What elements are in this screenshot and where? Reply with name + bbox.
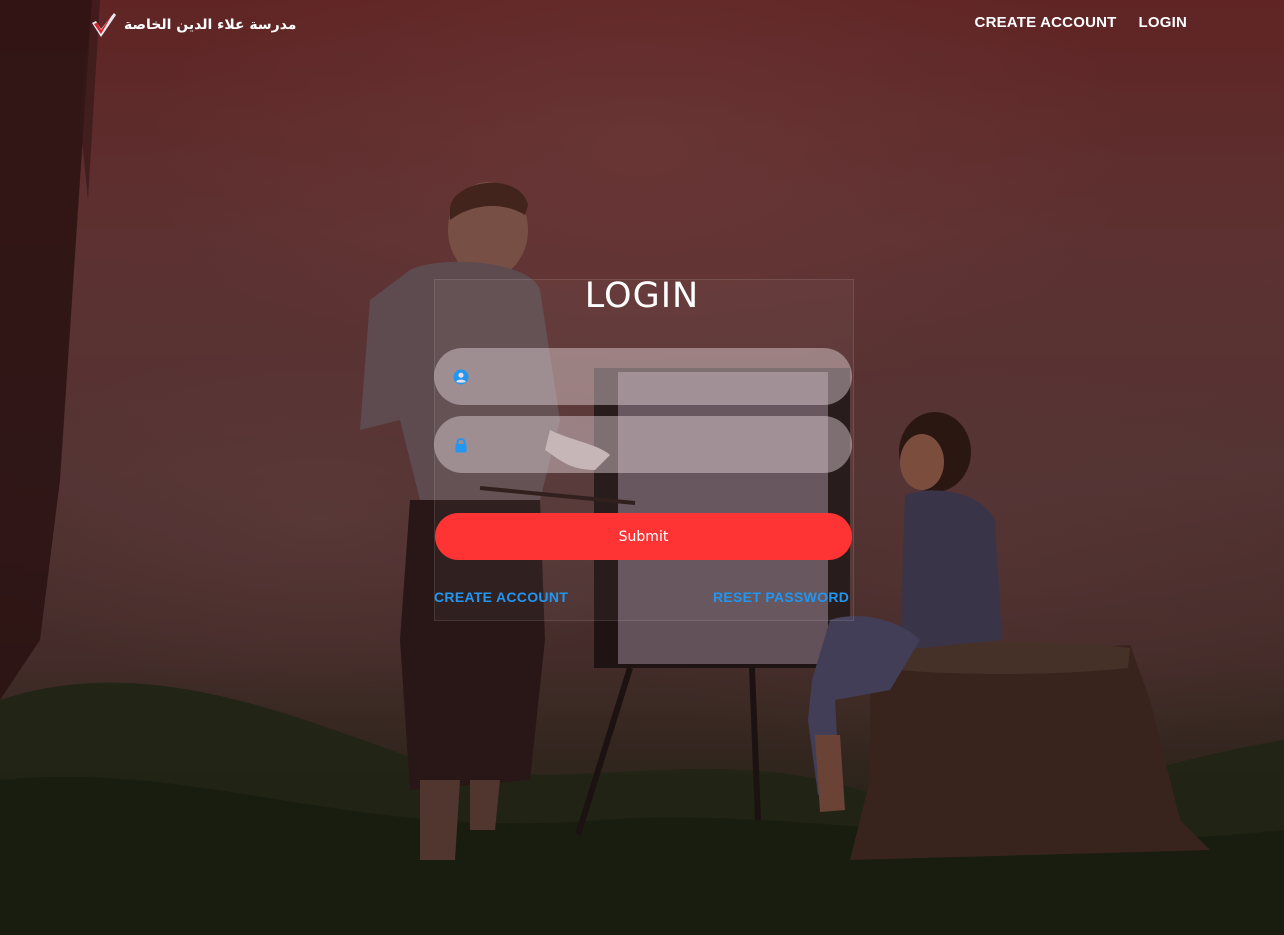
user-icon (453, 369, 469, 384)
password-field[interactable] (434, 416, 852, 473)
brand-name: مدرسة علاء الدين الخاصة (124, 17, 297, 33)
nav-login-link[interactable]: LOGIN (1139, 14, 1188, 31)
brand[interactable]: مدرسة علاء الدين الخاصة (90, 10, 296, 40)
reset-password-link[interactable]: RESET PASSWORD (713, 589, 849, 605)
login-title: LOGIN (584, 276, 700, 316)
nav-create-account-link[interactable]: CREATE ACCOUNT (975, 14, 1117, 31)
create-account-link[interactable]: CREATE ACCOUNT (434, 589, 568, 605)
username-input[interactable] (469, 348, 852, 405)
username-field[interactable] (434, 348, 852, 405)
top-nav: CREATE ACCOUNT LOGIN (975, 14, 1187, 31)
submit-button[interactable]: Submit (435, 513, 852, 560)
password-input[interactable] (469, 416, 852, 473)
checkmark-logo-icon (92, 13, 116, 37)
login-page: مدرسة علاء الدين الخاصة CREATE ACCOUNT L… (0, 0, 1284, 935)
lock-icon (455, 437, 467, 452)
